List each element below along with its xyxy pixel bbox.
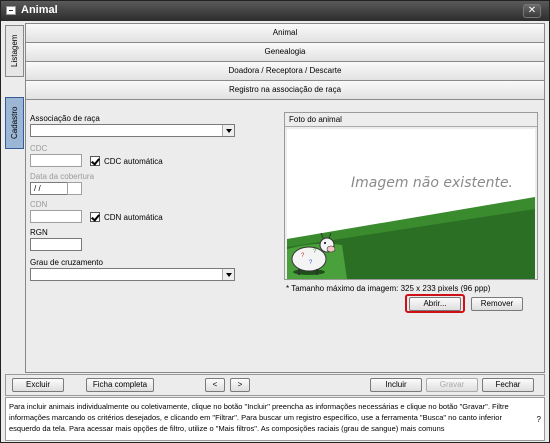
- cobertura-date-field[interactable]: / /: [30, 182, 68, 195]
- tab-registro-associacao[interactable]: Registro na associação de raça: [26, 81, 544, 100]
- grau-label: Grau de cruzamento: [30, 258, 103, 267]
- photo-panel-header: Foto do animal: [285, 113, 537, 127]
- side-tab-listagem[interactable]: Listagem: [5, 25, 24, 77]
- main-panel: Animal Genealogia Doadora / Receptora / …: [25, 23, 545, 373]
- next-record-button[interactable]: >: [230, 378, 250, 392]
- title-bar: Animal ✕: [1, 1, 549, 21]
- ficha-completa-button[interactable]: Ficha completa: [86, 378, 154, 392]
- cdc-field[interactable]: [30, 154, 82, 167]
- tab-genealogia[interactable]: Genealogia: [26, 43, 544, 62]
- help-text: Para incluir animais individualmente ou …: [9, 402, 509, 433]
- tab-doadora-receptora-descarte[interactable]: Doadora / Receptora / Descarte: [26, 62, 544, 81]
- previous-record-button[interactable]: <: [205, 378, 225, 392]
- cobertura-label: Data da cobertura: [30, 172, 95, 181]
- gravar-button[interactable]: Gravar: [426, 378, 478, 392]
- cdn-label: CDN: [30, 200, 48, 209]
- photo-panel: Foto do animal ? ? ? Imagem não existent…: [284, 112, 538, 280]
- open-image-button[interactable]: Abrir...: [409, 297, 461, 311]
- cdn-auto-label: CDN automática: [104, 213, 163, 222]
- associacao-combo[interactable]: [30, 124, 235, 137]
- photo-size-note: * Tamanho máximo da imagem: 325 x 233 pi…: [286, 284, 491, 293]
- close-button[interactable]: ✕: [523, 4, 541, 18]
- chevron-down-icon[interactable]: [222, 269, 234, 280]
- cdc-label: CDC: [30, 144, 48, 153]
- window-menu-icon[interactable]: [6, 6, 16, 15]
- fechar-button[interactable]: Fechar: [482, 378, 534, 392]
- cdc-auto-checkbox[interactable]: [90, 156, 100, 166]
- grau-combo[interactable]: [30, 268, 235, 281]
- action-bar: Excluir Ficha completa < > Incluir Grava…: [5, 374, 545, 396]
- help-question-icon[interactable]: ?: [537, 414, 541, 425]
- excluir-button[interactable]: Excluir: [12, 378, 64, 392]
- help-panel: Para incluir animais individualmente ou …: [5, 397, 545, 441]
- chevron-down-icon[interactable]: [222, 125, 234, 136]
- rgn-label: RGN: [30, 228, 48, 237]
- tab-content: Associação de raça CDC CDC automática Da…: [26, 100, 544, 372]
- incluir-button[interactable]: Incluir: [370, 378, 422, 392]
- cobertura-date-picker-button[interactable]: [67, 182, 82, 195]
- animal-window: Animal ✕ Listagem Cadastro Animal Geneal…: [0, 0, 550, 443]
- cdn-field[interactable]: [30, 210, 82, 223]
- associacao-label: Associação de raça: [30, 114, 100, 123]
- no-image-text: Imagem não existente.: [351, 175, 514, 191]
- rgn-field[interactable]: [30, 238, 82, 251]
- placeholder-cow-illustration: ? ? ?: [287, 197, 535, 279]
- window-title: Animal: [21, 4, 58, 16]
- remove-image-button[interactable]: Remover: [471, 297, 523, 311]
- tab-animal[interactable]: Animal: [26, 24, 544, 43]
- cdc-auto-label: CDC automática: [104, 157, 163, 166]
- animal-photo: ? ? ? Imagem não existente.: [287, 129, 535, 279]
- cdn-auto-checkbox[interactable]: [90, 212, 100, 222]
- side-tab-cadastro[interactable]: Cadastro: [5, 97, 24, 149]
